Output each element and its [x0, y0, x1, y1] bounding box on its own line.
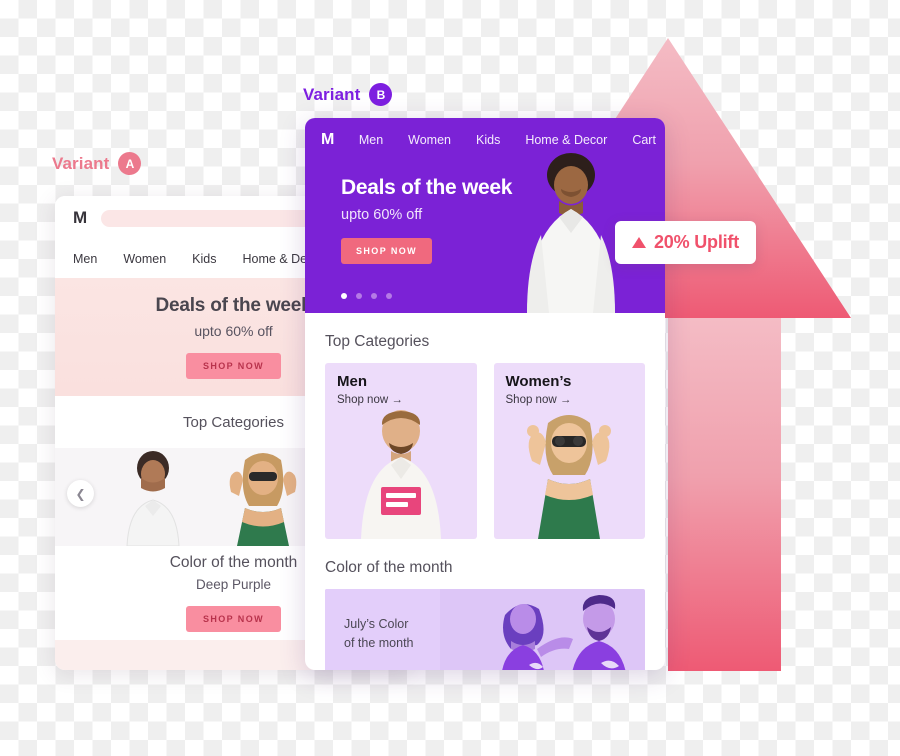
- category-card-men-link[interactable]: Shop now →: [337, 394, 403, 406]
- carousel-photo-man: [126, 451, 180, 546]
- variant-b-logo: M: [321, 131, 334, 148]
- category-card-womens-title: Women’s: [505, 373, 572, 390]
- category-photo-men: [360, 410, 441, 539]
- chevron-left-icon[interactable]: ❮: [67, 480, 94, 507]
- variant-b-color-of-month-title: Color of the month: [325, 559, 453, 576]
- banner-photo-couple: [502, 595, 626, 670]
- variant-b-mockup: M Men Women Kids Home & Decor Cart Deals…: [305, 118, 665, 670]
- variant-a-hero-subtitle: upto 60% off: [194, 323, 273, 339]
- carousel-dot-1[interactable]: [341, 293, 347, 299]
- variant-b-shop-now-button[interactable]: SHOP NOW: [341, 238, 433, 264]
- variant-b-label-text: Variant: [303, 84, 361, 104]
- triangle-up-icon: [632, 237, 646, 248]
- variant-b-hero-subtitle: upto 60% off: [341, 207, 423, 223]
- category-card-men[interactable]: Men Shop now →: [325, 363, 477, 539]
- banner-line-1: July’s Color: [344, 616, 409, 631]
- variant-a-cotm-title: Color of the month: [169, 554, 298, 571]
- variant-a-shop-now-button[interactable]: SHOP NOW: [185, 353, 282, 379]
- variant-b-carousel-dots[interactable]: [341, 293, 392, 299]
- variant-a-cotm-subtitle: Deep Purple: [195, 577, 272, 592]
- variant-b-hero: M Men Women Kids Home & Decor Cart Deals…: [305, 118, 665, 313]
- category-card-men-title: Men: [337, 373, 367, 390]
- variant-b-nav: M Men Women Kids Home & Decor Cart: [305, 118, 665, 162]
- banner-line-2: of the month: [344, 636, 414, 650]
- variant-a-nav-women[interactable]: Women: [123, 252, 166, 266]
- category-card-womens[interactable]: Women’s Shop now →: [493, 363, 645, 539]
- carousel-dot-2[interactable]: [356, 293, 362, 299]
- uplift-badge: 20% Uplift: [615, 221, 757, 264]
- variant-b-hero-title: Deals of the week: [341, 176, 513, 199]
- variant-b-label: Variant B: [303, 83, 393, 106]
- arrow-shaft: [668, 318, 781, 671]
- variant-a-label: Variant A: [52, 152, 142, 175]
- variant-a-logo: M: [73, 208, 87, 227]
- variant-a-top-categories-title: Top Categories: [183, 413, 284, 431]
- category-card-womens-link[interactable]: Shop now →: [506, 394, 572, 406]
- carousel-dot-4[interactable]: [386, 293, 392, 299]
- variant-a-badge: A: [118, 152, 142, 175]
- variant-b-category-cards: Men Shop now → Women’s Shop now →: [305, 351, 665, 539]
- variant-a-hero-title: Deals of the week: [155, 295, 312, 316]
- variant-b-top-categories-title: Top Categories: [325, 333, 430, 350]
- variant-b-nav-women[interactable]: Women: [408, 133, 451, 147]
- variant-a-nav-men[interactable]: Men: [73, 252, 97, 266]
- variant-b-hero-text: Deals of the week upto 60% off SHOP NOW: [305, 162, 665, 264]
- carousel-dot-3[interactable]: [371, 293, 377, 299]
- variant-b-nav-cart[interactable]: Cart: [632, 133, 656, 147]
- carousel-photo-woman: [229, 453, 297, 546]
- variant-b-color-of-month-banner[interactable]: July’s Color of the month: [325, 589, 645, 670]
- uplift-badge-text: 20% Uplift: [654, 232, 740, 252]
- variant-b-nav-men[interactable]: Men: [359, 133, 383, 147]
- variant-b-nav-kids[interactable]: Kids: [476, 133, 500, 147]
- variant-a-label-text: Variant: [52, 153, 110, 173]
- variant-b-nav-home-decor[interactable]: Home & Decor: [525, 133, 607, 147]
- banner-text-block: July’s Color of the month: [325, 589, 440, 670]
- arrow-head-right: [668, 38, 851, 318]
- category-photo-womens: [527, 415, 612, 539]
- variant-a-cotm-shop-now-button[interactable]: SHOP NOW: [185, 606, 282, 632]
- variant-b-badge: B: [369, 83, 393, 106]
- variant-a-nav-kids[interactable]: Kids: [192, 252, 216, 266]
